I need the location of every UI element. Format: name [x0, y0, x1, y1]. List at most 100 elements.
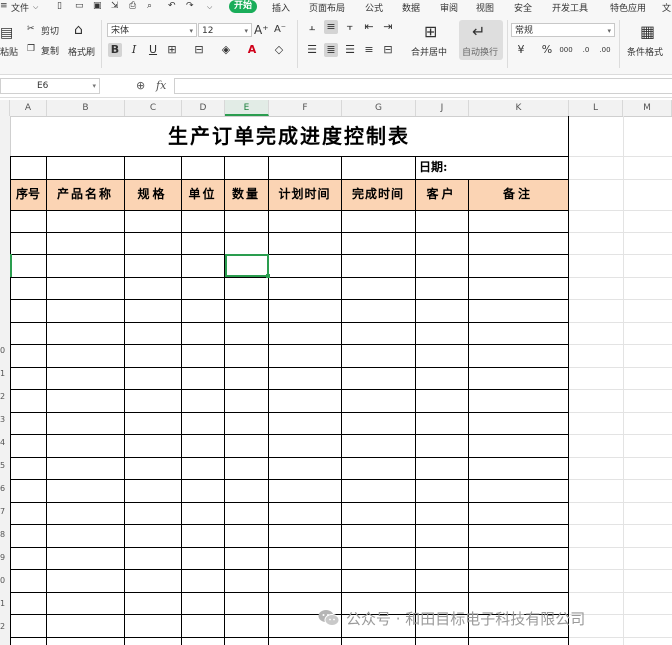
format-painter-icon[interactable]: ⌂: [74, 22, 83, 38]
cut-button[interactable]: 剪切: [41, 24, 59, 37]
row-header[interactable]: 2: [0, 622, 10, 631]
fill-pattern-icon[interactable]: ⊟: [192, 43, 206, 57]
column-header[interactable]: C: [125, 100, 182, 116]
row-header[interactable]: 7: [0, 507, 10, 516]
tab-developer[interactable]: 开发工具: [552, 1, 588, 14]
tab-security[interactable]: 安全: [514, 1, 532, 14]
fx-icon[interactable]: fx: [156, 79, 166, 92]
tab-formulas[interactable]: 公式: [365, 1, 383, 14]
align-bottom-icon[interactable]: ⫟: [343, 20, 357, 34]
column-header[interactable]: B: [47, 100, 125, 116]
print-icon[interactable]: ⎙: [129, 1, 136, 11]
increase-font-icon[interactable]: A⁺: [254, 23, 269, 37]
menu-icon[interactable]: ≡: [0, 1, 8, 11]
fill-handle[interactable]: [266, 274, 270, 278]
merge-center-icon[interactable]: ⊞: [424, 22, 437, 41]
row-header[interactable]: 1: [0, 369, 10, 378]
column-header[interactable]: M: [623, 100, 672, 116]
tab-review[interactable]: 审阅: [440, 1, 458, 14]
undo-icon[interactable]: ↶: [168, 1, 176, 11]
distribute-icon[interactable]: ⊟: [381, 43, 395, 57]
spreadsheet-grid[interactable]: 生产订单完成进度控制表 日期: 序号 产品名称 规格 单位 数量 计划时间 完成…: [10, 116, 672, 645]
clear-format-icon[interactable]: ◇: [272, 43, 286, 57]
preview-icon[interactable]: ⌕: [147, 1, 152, 11]
decrease-font-icon[interactable]: A⁻: [273, 23, 287, 37]
justify-icon[interactable]: ≡: [362, 43, 376, 57]
header-cell-remarks: 备注: [502, 187, 533, 201]
currency-icon[interactable]: ¥: [514, 43, 528, 57]
number-format-select[interactable]: 常规 ▾: [511, 23, 615, 37]
column-header[interactable]: J: [416, 100, 469, 116]
zoom-icon[interactable]: ⊕: [136, 79, 145, 92]
fill-color-icon[interactable]: ◈: [219, 43, 233, 57]
align-left-icon[interactable]: ☰: [305, 43, 319, 57]
decrease-decimal-icon[interactable]: .00: [598, 43, 612, 57]
column-header-active[interactable]: E: [225, 100, 269, 116]
merge-center-button[interactable]: 合并居中: [411, 45, 447, 58]
formula-input[interactable]: [174, 78, 672, 94]
column-headers: A B C D E F G J K L M: [0, 100, 672, 117]
file-menu[interactable]: 文件: [11, 1, 29, 14]
row-header[interactable]: 3: [0, 415, 10, 424]
conditional-format-icon[interactable]: ▦: [640, 22, 655, 41]
column-header[interactable]: K: [469, 100, 569, 116]
paste-button[interactable]: 粘贴: [0, 45, 18, 58]
wrap-text-button[interactable]: ↵ 自动换行: [459, 20, 503, 60]
column-header[interactable]: G: [342, 100, 416, 116]
tab-features[interactable]: 特色应用: [610, 1, 646, 14]
row-header[interactable]: 0: [0, 576, 10, 585]
font-color-icon[interactable]: A: [245, 43, 259, 57]
row-header[interactable]: 6: [0, 484, 10, 493]
tab-page-layout[interactable]: 页面布局: [309, 1, 345, 14]
italic-button[interactable]: I: [127, 43, 141, 57]
align-top-icon[interactable]: ⫠: [305, 20, 319, 34]
chevron-down-icon[interactable]: ⌵: [33, 3, 38, 12]
indent-increase-icon[interactable]: ⇥: [381, 20, 395, 34]
row-header[interactable]: 5: [0, 461, 10, 470]
cut-icon[interactable]: ✂: [27, 24, 35, 34]
row-header[interactable]: 4: [0, 438, 10, 447]
font-name-select[interactable]: 宋体 ▾: [107, 23, 197, 37]
wechat-icon: [318, 609, 340, 627]
bold-button[interactable]: B: [108, 43, 122, 57]
tab-data[interactable]: 数据: [402, 1, 420, 14]
tab-view[interactable]: 视图: [476, 1, 494, 14]
thousands-icon[interactable]: 000: [559, 43, 573, 57]
format-painter-button[interactable]: 格式刷: [68, 45, 95, 58]
row-header[interactable]: 2: [0, 392, 10, 401]
export-icon[interactable]: ⇲: [111, 1, 119, 11]
tab-more[interactable]: 文: [662, 1, 671, 14]
align-center-icon[interactable]: ≣: [324, 43, 338, 57]
indent-decrease-icon[interactable]: ⇤: [362, 20, 376, 34]
row-header[interactable]: 8: [0, 530, 10, 539]
name-box[interactable]: E6 ▾: [0, 78, 100, 94]
percent-icon[interactable]: %: [540, 43, 554, 57]
row-header[interactable]: 1: [0, 599, 10, 608]
new-doc-icon[interactable]: ▯: [57, 1, 62, 11]
row-header[interactable]: 0: [0, 346, 10, 355]
row-header[interactable]: 9: [0, 553, 10, 562]
tab-home[interactable]: 开始: [229, 0, 258, 13]
conditional-format-button[interactable]: 条件格式: [627, 45, 663, 58]
selected-cell[interactable]: [225, 254, 270, 278]
paste-icon[interactable]: ▤: [0, 25, 13, 41]
formula-bar: E6 ▾ ⊕ fx: [0, 75, 672, 98]
copy-button[interactable]: 复制: [41, 44, 59, 57]
redo-icon[interactable]: ↷: [186, 1, 194, 11]
increase-decimal-icon[interactable]: .0: [579, 43, 593, 57]
column-header[interactable]: F: [269, 100, 342, 116]
select-all[interactable]: [0, 100, 10, 116]
borders-icon[interactable]: ⊞: [165, 43, 179, 57]
column-header[interactable]: A: [10, 100, 47, 116]
save-icon[interactable]: ▣: [93, 1, 102, 11]
customize-icon[interactable]: ⌵: [207, 3, 212, 12]
underline-button[interactable]: U: [146, 43, 160, 57]
align-middle-icon[interactable]: ≡: [324, 20, 338, 34]
open-icon[interactable]: ▭: [75, 1, 84, 11]
copy-icon[interactable]: ❐: [27, 44, 35, 54]
column-header[interactable]: L: [569, 100, 623, 116]
tab-insert[interactable]: 插入: [272, 1, 290, 14]
font-size-select[interactable]: 12 ▾: [198, 23, 252, 37]
column-header[interactable]: D: [182, 100, 225, 116]
align-right-icon[interactable]: ☰: [343, 43, 357, 57]
